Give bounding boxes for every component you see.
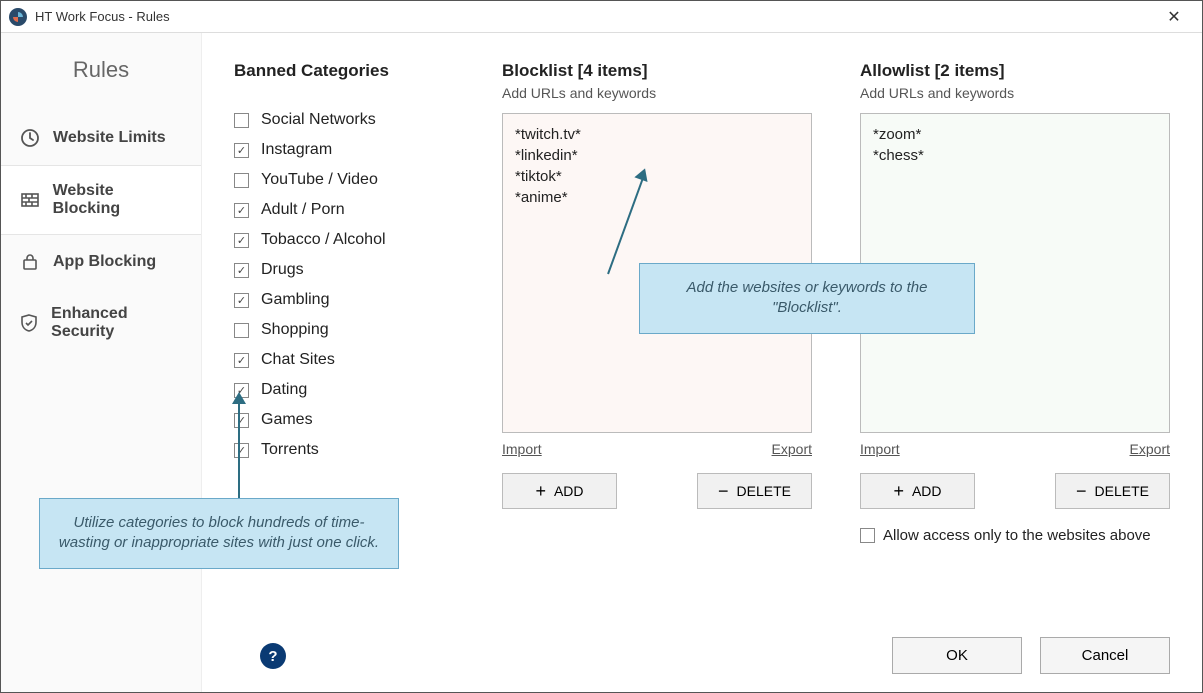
close-button[interactable]: ✕ (1154, 1, 1194, 32)
category-label: Shopping (261, 321, 329, 339)
checkbox[interactable] (234, 323, 249, 338)
category-label: Chat Sites (261, 351, 335, 369)
firewall-icon (19, 189, 41, 211)
lock-icon (19, 251, 41, 273)
titlebar: HT Work Focus - Rules ✕ (1, 1, 1202, 33)
sidebar-item-website-limits[interactable]: Website Limits (1, 111, 201, 165)
checkbox[interactable]: ✓ (234, 443, 249, 458)
app-window: HT Work Focus - Rules ✕ Rules Website Li… (0, 0, 1203, 693)
sidebar-item-label: Enhanced Security (51, 305, 183, 341)
category-item[interactable]: ✓ Gambling (234, 285, 454, 315)
list-item[interactable]: *linkedin* (515, 145, 799, 166)
dialog-footer: OK Cancel (234, 619, 1170, 674)
list-item[interactable]: *twitch.tv* (515, 124, 799, 145)
category-item[interactable]: ✓ Tobacco / Alcohol (234, 225, 454, 255)
blocklist-delete-label: DELETE (737, 483, 791, 499)
category-item[interactable]: ✓ Adult / Porn (234, 195, 454, 225)
category-item[interactable]: ✓ Drugs (234, 255, 454, 285)
category-label: Dating (261, 381, 307, 399)
category-item[interactable]: ✓ Chat Sites (234, 345, 454, 375)
annotation-blocklist: Add the websites or keywords to the "Blo… (639, 263, 975, 334)
checkbox[interactable] (234, 173, 249, 188)
sidebar: Rules Website Limits Website Blocking App … (1, 33, 202, 692)
ok-button[interactable]: OK (892, 637, 1022, 674)
app-icon (9, 8, 27, 26)
arrow-head-icon (232, 392, 246, 404)
checkbox[interactable]: ✓ (234, 143, 249, 158)
blocklist-import-link[interactable]: Import (502, 441, 542, 457)
blocklist-export-link[interactable]: Export (772, 441, 812, 457)
sidebar-item-website-blocking[interactable]: Website Blocking (1, 165, 201, 235)
checkbox[interactable]: ✓ (234, 233, 249, 248)
categories-title: Banned Categories (234, 61, 454, 81)
checkbox[interactable]: ✓ (234, 263, 249, 278)
allow-only-label: Allow access only to the websites above (883, 527, 1151, 544)
sidebar-item-label: Website Limits (53, 129, 166, 147)
allowlist-title: Allowlist [2 items] (860, 61, 1170, 81)
category-label: Adult / Porn (261, 201, 345, 219)
category-label: Games (261, 411, 313, 429)
shield-icon (19, 312, 39, 334)
sidebar-item-app-blocking[interactable]: App Blocking (1, 235, 201, 289)
category-label: Drugs (261, 261, 304, 279)
plus-icon: + (893, 482, 904, 500)
sidebar-item-enhanced-security[interactable]: Enhanced Security (1, 289, 201, 357)
cancel-button[interactable]: Cancel (1040, 637, 1170, 674)
category-label: YouTube / Video (261, 171, 378, 189)
minus-icon: − (1076, 482, 1087, 500)
blocklist-subtitle: Add URLs and keywords (502, 85, 812, 101)
sidebar-item-label: App Blocking (53, 253, 156, 271)
list-item[interactable]: *anime* (515, 187, 799, 208)
checkbox[interactable]: ✓ (234, 353, 249, 368)
allowlist-import-link[interactable]: Import (860, 441, 900, 457)
checkbox[interactable]: ✓ (234, 413, 249, 428)
blocklist-add-label: ADD (554, 483, 584, 499)
category-label: Social Networks (261, 111, 376, 129)
body: Rules Website Limits Website Blocking App … (1, 33, 1202, 692)
allowlist-add-label: ADD (912, 483, 942, 499)
checkbox[interactable]: ✓ (234, 203, 249, 218)
category-label: Instagram (261, 141, 332, 159)
sidebar-title: Rules (1, 57, 201, 83)
blocklist-column: Blocklist [4 items] Add URLs and keyword… (502, 61, 812, 619)
allowlist-subtitle: Add URLs and keywords (860, 85, 1170, 101)
category-item[interactable]: YouTube / Video (234, 165, 454, 195)
category-label: Torrents (261, 441, 319, 459)
list-item[interactable]: *tiktok* (515, 166, 799, 187)
allowlist-add-button[interactable]: + ADD (860, 473, 975, 509)
minus-icon: − (718, 482, 729, 500)
help-button[interactable]: ? (260, 643, 286, 669)
annotation-arrow (238, 400, 240, 498)
sidebar-item-label: Website Blocking (53, 182, 183, 218)
blocklist-delete-button[interactable]: −DELETE (697, 473, 812, 509)
annotation-categories: Utilize categories to block hundreds of … (39, 498, 399, 569)
allowlist-column: Allowlist [2 items] Add URLs and keyword… (860, 61, 1170, 619)
blocklist-add-button[interactable]: + ADD (502, 473, 617, 509)
category-item[interactable]: ✓ Torrents (234, 435, 454, 465)
blocklist-title: Blocklist [4 items] (502, 61, 812, 81)
category-item[interactable]: Social Networks (234, 105, 454, 135)
category-item[interactable]: ✓ Games (234, 405, 454, 435)
checkbox[interactable]: ✓ (234, 293, 249, 308)
category-label: Gambling (261, 291, 329, 309)
category-item[interactable]: ✓Dating (234, 375, 454, 405)
category-item[interactable]: Shopping (234, 315, 454, 345)
allowlist-delete-label: DELETE (1095, 483, 1149, 499)
category-label: Tobacco / Alcohol (261, 231, 386, 249)
list-item[interactable]: *zoom* (873, 124, 1157, 145)
category-item[interactable]: ✓ Instagram (234, 135, 454, 165)
allowlist-delete-button[interactable]: −DELETE (1055, 473, 1170, 509)
clock-icon (19, 127, 41, 149)
allowlist-export-link[interactable]: Export (1130, 441, 1170, 457)
allow-only-checkbox[interactable] (860, 528, 875, 543)
checkbox[interactable] (234, 113, 249, 128)
list-item[interactable]: *chess* (873, 145, 1157, 166)
main-content: Banned Categories Social Networks ✓ Instag… (202, 33, 1202, 692)
window-title: HT Work Focus - Rules (35, 9, 1154, 24)
plus-icon: + (535, 482, 546, 500)
